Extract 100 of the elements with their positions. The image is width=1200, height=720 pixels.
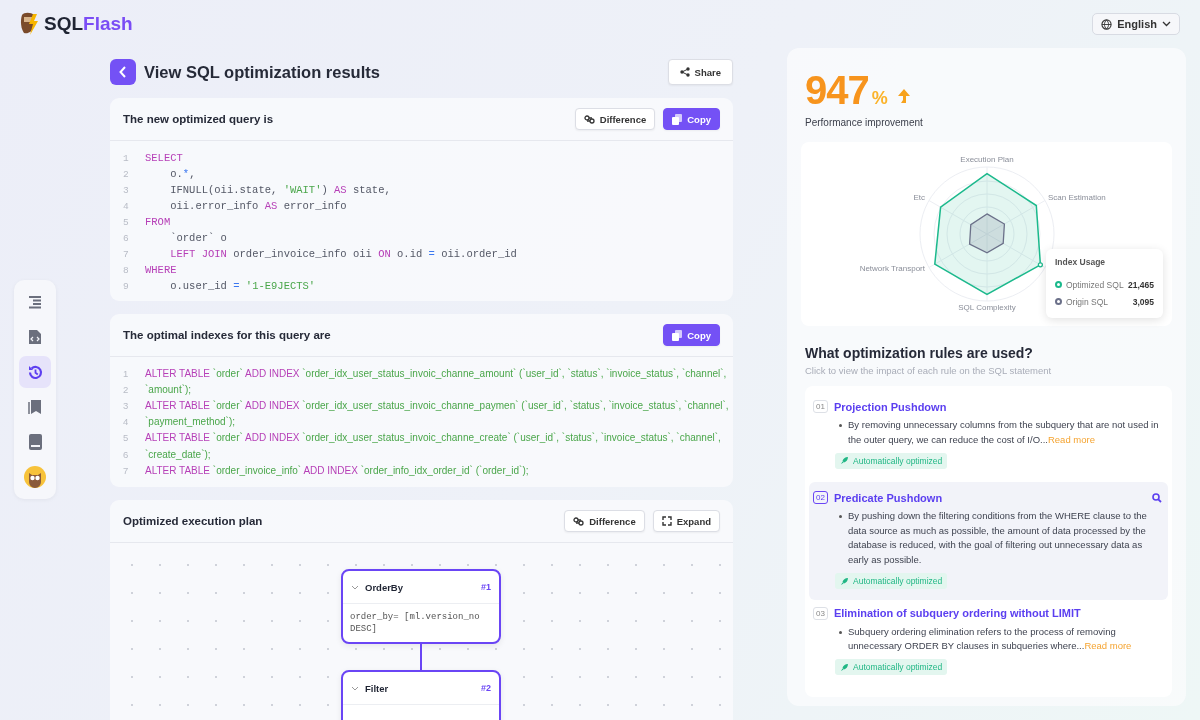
rule-item[interactable]: 01 Projection Pushdown By removing unnecessary columns from the subquery that are not used in the outer query, we can reduce the cost of I/O...Read more Automatically optimized [809, 396, 1168, 480]
code-line: ALTER TABLE `order_invoice_info` ADD INDEX `order_info_idx_order_id` (`order_id`); [145, 464, 529, 476]
series-value: 21,465 [1128, 279, 1154, 290]
node-title: OrderBy [365, 581, 404, 593]
improvement-label: Performance improvement [805, 117, 924, 128]
back-button[interactable] [110, 59, 136, 85]
series-name: Optimized SQL [1066, 279, 1124, 290]
line-number: 4 [123, 200, 130, 212]
line-number: 5 [123, 216, 130, 228]
line-number: 9 [123, 280, 130, 292]
node-title: Filter [365, 682, 390, 694]
chevron-down-icon [351, 584, 359, 590]
rule-number: 01 [813, 400, 828, 413]
axis-label: Execution Plan [960, 155, 1014, 164]
rule-description: By pushing down the filtering conditions from the WHERE clause to the data source as much as possible, the amount of data processed by the database is reduced, with the goal of filtering out unnecessary data as early as possible. [848, 509, 1148, 567]
line-number: 1 [123, 367, 130, 379]
card-title: The new optimized query is [123, 113, 275, 125]
copy-icon [672, 113, 683, 125]
code-line: `order` o [170, 232, 227, 244]
rule-number: 03 [813, 606, 828, 620]
avatar-icon [24, 466, 46, 488]
line-number: 4 [123, 416, 130, 428]
chevron-down-icon [351, 685, 359, 691]
bullet-icon [839, 515, 842, 519]
axis-label: Etc [913, 193, 925, 202]
code-line: WHERE [145, 264, 177, 276]
line-number: 2 [123, 168, 130, 180]
connector-line [420, 643, 422, 671]
book-icon [28, 434, 42, 450]
bullet-icon [839, 424, 842, 427]
line-number: 7 [123, 248, 130, 260]
status-badge: Automatically optimized [835, 659, 948, 676]
rule-item[interactable] [809, 482, 1168, 600]
code-line: SELECT [145, 152, 183, 164]
copy-button[interactable]: Copy [663, 324, 720, 346]
code-line: `amount`); [145, 383, 192, 395]
copy-icon [672, 329, 683, 341]
expand-icon [661, 516, 672, 527]
sidebar-item[interactable] [19, 356, 51, 388]
compare-icon [573, 516, 585, 526]
bookmarks-icon [28, 399, 42, 415]
node-number: #1 [481, 582, 491, 593]
rule-title: Projection Pushdown [833, 400, 948, 413]
copy-button[interactable]: Copy [663, 108, 720, 130]
axis-label: SQL Complexity [958, 303, 1016, 312]
card-title: The optimal indexes for this query are [123, 329, 332, 341]
percent-sign: % [871, 88, 888, 109]
rule-description: By removing unnecessary columns from the subquery that are not used in the outer query, we can reduce the cost of I/O...Read more [848, 418, 1160, 447]
caret-icon [1162, 21, 1171, 27]
share-button[interactable]: Share [667, 59, 733, 85]
rule-number: 02 [813, 491, 828, 505]
share-icon [679, 67, 690, 77]
brand-name: SQLFlash [44, 13, 133, 35]
code-line: ALTER TABLE `order` ADD INDEX `order_idx_user_status_invoic_channe_amount` (`user_id`, `status`, `invoice_status`, `channel`, [145, 367, 727, 379]
improvement-value: 947 [805, 68, 869, 113]
difference-button[interactable]: Difference [574, 108, 656, 130]
rule-title: Predicate Pushdown [833, 491, 944, 504]
history-icon [26, 363, 44, 381]
card-title: Optimized execution plan [123, 515, 264, 528]
code-line: ALTER TABLE `order` ADD INDEX `order_idx_user_status_invoic_channe_create` (`user_id`, `status`, `invoice_status`, `channel`, [145, 432, 721, 444]
node-number: #2 [481, 683, 491, 694]
code-line: o.*, [170, 168, 196, 180]
line-number: 3 [123, 184, 130, 196]
expand-button[interactable]: Expand [652, 510, 720, 533]
series-name: Origin SQL [1066, 296, 1109, 307]
plan-node[interactable]: Filter #2 [341, 670, 501, 720]
line-number: 2 [123, 383, 130, 395]
status-badge: Automatically optimized [835, 452, 948, 469]
section-subtitle: Click to view the impact of each rule on the SQL statement [805, 365, 1053, 376]
line-number: 1 [123, 152, 130, 164]
code-line: LEFT JOIN order_invoice_info oii ON o.id = oii.order_id [170, 248, 517, 260]
page-title: View SQL optimization results [144, 62, 381, 82]
status-badge: Automatically optimized [835, 573, 948, 590]
search-icon[interactable] [1152, 492, 1162, 503]
code-line: `payment_method`); [145, 416, 236, 428]
node-detail: order_by= [ml.version_no DESC] [350, 612, 480, 635]
difference-button[interactable]: Difference [564, 510, 645, 533]
code-line: oii.error_info AS error_info [170, 200, 347, 212]
plan-node[interactable]: OrderBy #1 order_by= [ml.version_no DESC] [341, 569, 501, 645]
rule-title: Elimination of subquery ordering without LIMIT [833, 607, 1082, 620]
axis-label: Scan Estimation [1048, 193, 1106, 202]
rule-description: Subquery ordering elimination refers to the process of removing unnecessary ORDER BY clauses in subqueries where...Read more [848, 624, 1133, 654]
line-number: 6 [123, 232, 130, 244]
line-number: 8 [123, 264, 130, 276]
compare-icon [583, 114, 595, 124]
rule-item[interactable]: 03 Elimination of subquery ordering without LIMIT Subquery ordering elimination refers to the process of removing unnecessary ORDER BY clauses in subqueries where...Read more Automatically optimized [809, 602, 1168, 686]
series-value: 3,095 [1132, 296, 1154, 307]
file-code-icon [28, 329, 42, 345]
code-line: FROM [145, 216, 171, 228]
globe-icon [1101, 18, 1113, 30]
menu-icon [27, 294, 43, 310]
chevron-left-icon [119, 66, 127, 78]
tooltip-title: Index Usage [1055, 257, 1107, 267]
code-line: o.user_id = '1-E9JECTS' [170, 280, 316, 292]
line-number: 5 [123, 432, 130, 444]
code-line: `create_date`); [145, 448, 211, 460]
section-title: What optimization rules are used? [805, 345, 1034, 361]
arrow-up-icon [896, 88, 911, 104]
language-select[interactable]: English [1092, 13, 1180, 35]
code-line: IFNULL(oii.state, 'WAIT') AS state, [170, 184, 391, 196]
